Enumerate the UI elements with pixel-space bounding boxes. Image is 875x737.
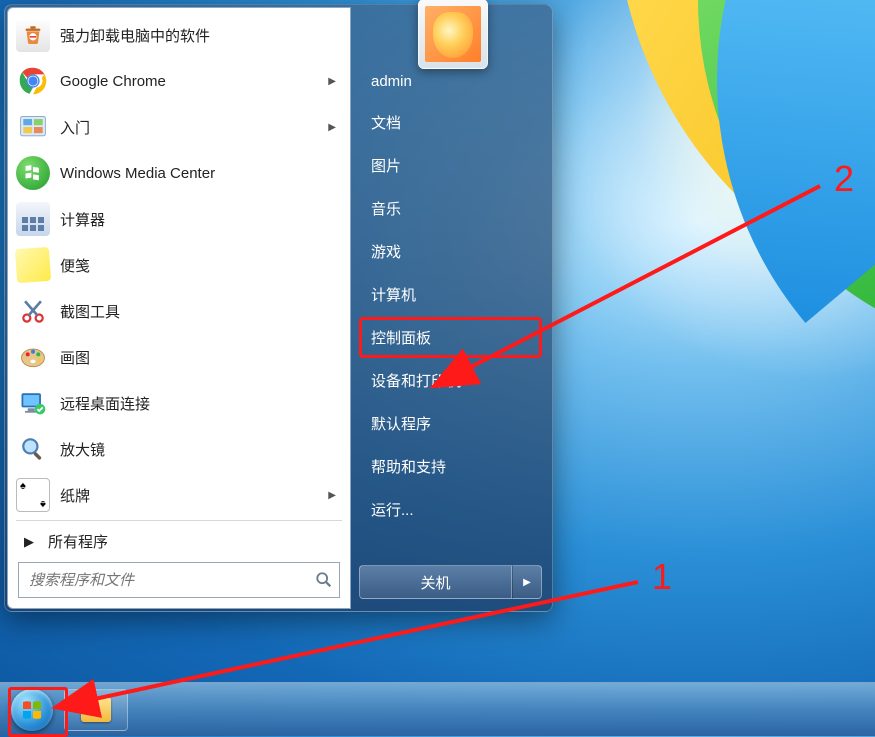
all-programs-button[interactable]: ▶ 所有程序 (10, 527, 348, 562)
right-label: 音乐 (371, 201, 401, 218)
program-item-sticky-notes[interactable]: 便笺 (10, 242, 348, 288)
right-label: 控制面板 (371, 330, 431, 347)
right-item-devices-printers[interactable]: 设备和打印机 (359, 360, 542, 401)
right-item-documents[interactable]: 文档 (359, 102, 542, 143)
right-item-computer[interactable]: 计算机 (359, 274, 542, 315)
program-label: Google Chrome (60, 73, 318, 90)
right-label: 帮助和支持 (371, 459, 446, 476)
shutdown-row: 关机 ▶ (359, 565, 542, 599)
program-label: 放大镜 (60, 439, 338, 460)
search-box[interactable] (18, 562, 340, 598)
right-item-pictures[interactable]: 图片 (359, 145, 542, 186)
right-label: 文档 (371, 115, 401, 132)
right-item-control-panel[interactable]: 控制面板 (359, 317, 542, 358)
program-label: 画图 (60, 347, 338, 368)
annotation-number-2: 2 (834, 158, 854, 200)
solitaire-icon (16, 478, 50, 512)
program-item-paint[interactable]: 画图 (10, 334, 348, 380)
paint-icon (16, 340, 50, 374)
program-item-chrome[interactable]: Google Chrome ▶ (10, 58, 348, 104)
right-label: 默认程序 (371, 416, 431, 433)
right-label: 运行... (371, 502, 414, 519)
program-list: 强力卸载电脑中的软件 Google Chrome ▶ 入门 ▶ (10, 12, 348, 518)
program-item-magnifier[interactable]: 放大镜 (10, 426, 348, 472)
chrome-icon (16, 64, 50, 98)
windows-logo-icon (11, 689, 53, 731)
user-picture (425, 6, 481, 62)
snipping-tool-icon (16, 294, 50, 328)
triangle-right-icon: ▶ (523, 577, 531, 588)
program-item-solitaire[interactable]: 纸牌 ▶ (10, 472, 348, 518)
sticky-notes-icon (15, 247, 51, 283)
uninstall-icon (16, 18, 50, 52)
triangle-right-icon: ▶ (24, 534, 34, 550)
submenu-arrow-icon: ▶ (328, 490, 338, 501)
shutdown-label: 关机 (420, 572, 450, 593)
start-menu-left-pane: 强力卸载电脑中的软件 Google Chrome ▶ 入门 ▶ (7, 7, 351, 609)
right-label: 游戏 (371, 244, 401, 261)
shutdown-button[interactable]: 关机 (359, 565, 512, 599)
remote-desktop-icon (16, 386, 50, 420)
start-button[interactable] (6, 687, 58, 733)
program-label: 远程桌面连接 (60, 393, 338, 414)
all-programs-label: 所有程序 (48, 531, 108, 552)
program-label: 入门 (60, 117, 318, 138)
right-item-run[interactable]: 运行... (359, 489, 542, 530)
submenu-arrow-icon: ▶ (328, 76, 338, 87)
right-item-music[interactable]: 音乐 (359, 188, 542, 229)
program-label: 计算器 (60, 209, 338, 230)
taskbar (0, 682, 875, 736)
right-item-help-support[interactable]: 帮助和支持 (359, 446, 542, 487)
right-label: 计算机 (371, 287, 416, 304)
right-label: admin (371, 73, 412, 90)
program-item-wmc[interactable]: Windows Media Center (10, 150, 348, 196)
user-picture-frame[interactable] (418, 0, 488, 69)
getting-started-icon (16, 110, 50, 144)
folder-icon (81, 698, 111, 722)
magnifier-icon (16, 432, 50, 466)
annotation-number-1: 1 (652, 556, 672, 598)
wmc-icon (16, 156, 50, 190)
search-input[interactable] (19, 572, 309, 589)
program-item-calculator[interactable]: 计算器 (10, 196, 348, 242)
program-label: Windows Media Center (60, 165, 338, 182)
program-item-getting-started[interactable]: 入门 ▶ (10, 104, 348, 150)
divider (16, 520, 342, 521)
right-label: 设备和打印机 (371, 373, 461, 390)
shutdown-options-button[interactable]: ▶ (512, 565, 542, 599)
program-item-snipping-tool[interactable]: 截图工具 (10, 288, 348, 334)
right-label: 图片 (371, 158, 401, 175)
program-label: 纸牌 (60, 485, 318, 506)
program-label: 便笺 (60, 255, 338, 276)
submenu-arrow-icon: ▶ (328, 122, 338, 133)
search-icon[interactable] (309, 571, 339, 589)
program-label: 强力卸载电脑中的软件 (60, 25, 338, 46)
program-label: 截图工具 (60, 301, 338, 322)
taskbar-item-explorer[interactable] (64, 689, 128, 731)
right-item-default-programs[interactable]: 默认程序 (359, 403, 542, 444)
calculator-icon (16, 202, 50, 236)
right-item-games[interactable]: 游戏 (359, 231, 542, 272)
program-item-uninstall[interactable]: 强力卸载电脑中的软件 (10, 12, 348, 58)
start-menu: 强力卸载电脑中的软件 Google Chrome ▶ 入门 ▶ (4, 4, 553, 612)
program-item-remote-desktop[interactable]: 远程桌面连接 (10, 380, 348, 426)
start-menu-right-pane: admin 文档 图片 音乐 游戏 计算机 控制面板 设备和打印机 默认程序 帮… (351, 7, 550, 609)
